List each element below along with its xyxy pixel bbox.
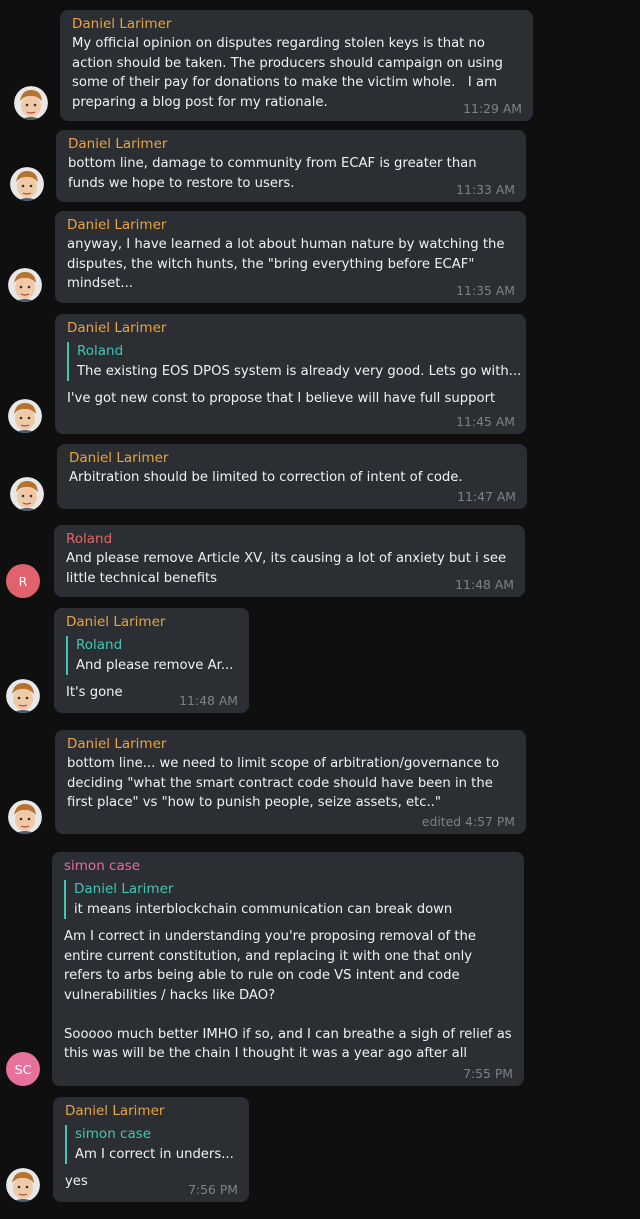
message-text: bottom line... we need to limit scope of…: [67, 756, 504, 810]
quote-text: Am I correct in unders...: [75, 1146, 234, 1162]
message-time: 11:48 AM: [179, 693, 238, 708]
message-text: Am I correct in understanding you're pro…: [64, 929, 512, 1061]
avatar[interactable]: [6, 679, 40, 713]
message-bubble[interactable]: Roland And please remove Article XV, its…: [54, 525, 525, 597]
sender-name[interactable]: Daniel Larimer: [68, 135, 515, 154]
avatar[interactable]: [6, 1168, 40, 1202]
message-time: 11:33 AM: [456, 182, 515, 197]
message-bubble[interactable]: Daniel Larimer Roland And please remove …: [54, 608, 249, 713]
message-text: bottom line, damage to community from EC…: [68, 156, 481, 191]
avatar[interactable]: [8, 800, 42, 834]
quote-sender: Roland: [76, 637, 123, 653]
sender-name[interactable]: Daniel Larimer: [69, 449, 516, 468]
avatar[interactable]: R: [6, 564, 40, 598]
message-time: 7:56 PM: [188, 1182, 238, 1197]
reply-quote[interactable]: Roland And please remove Ar...: [66, 636, 238, 675]
message-bubble[interactable]: Daniel Larimer simon case Am I correct i…: [53, 1097, 249, 1202]
reply-quote[interactable]: Roland The existing EOS DPOS system is a…: [67, 342, 522, 381]
message-text: I've got new const to propose that I bel…: [67, 391, 496, 406]
quote-text: The existing EOS DPOS system is already …: [77, 363, 522, 379]
message-time: 11:45 AM: [456, 414, 515, 429]
message-time: 11:48 AM: [455, 577, 514, 592]
message-text: Arbitration should be limited to correct…: [69, 470, 463, 485]
avatar[interactable]: SC: [6, 1052, 40, 1086]
message-bubble[interactable]: Daniel Larimer Roland The existing EOS D…: [55, 314, 526, 434]
message-time: 7:55 PM: [463, 1066, 513, 1081]
reply-quote[interactable]: Daniel Larimer it means interblockchain …: [64, 880, 513, 919]
sender-name[interactable]: Daniel Larimer: [72, 15, 522, 34]
quote-text: And please remove Ar...: [76, 657, 234, 673]
sender-name[interactable]: Daniel Larimer: [67, 216, 515, 235]
message-bubble[interactable]: Daniel Larimer bottom line, damage to co…: [56, 130, 526, 202]
message-time: 11:35 AM: [456, 283, 515, 298]
sender-name[interactable]: Roland: [66, 530, 514, 549]
message-text: My official opinion on disputes regardin…: [72, 36, 508, 110]
message-time: edited 4:57 PM: [421, 814, 515, 829]
avatar[interactable]: [8, 268, 42, 302]
message-bubble[interactable]: simon case Daniel Larimer it means inter…: [52, 852, 524, 1086]
sender-name[interactable]: Daniel Larimer: [65, 1102, 238, 1121]
message-time: 11:29 AM: [463, 101, 522, 116]
chat-history: Daniel Larimer My official opinion on di…: [0, 0, 640, 1219]
message-time: 11:47 AM: [457, 489, 516, 504]
message-text: And please remove Article XV, its causin…: [66, 551, 511, 586]
avatar[interactable]: [10, 167, 44, 201]
avatar[interactable]: [10, 477, 44, 511]
avatar[interactable]: [14, 86, 48, 120]
reply-quote[interactable]: simon case Am I correct in unders...: [65, 1125, 238, 1164]
sender-name[interactable]: Daniel Larimer: [66, 613, 238, 632]
quote-text: it means interblockchain communication c…: [74, 901, 453, 917]
message-bubble[interactable]: Daniel Larimer bottom line... we need to…: [55, 730, 526, 834]
quote-sender: Roland: [77, 343, 124, 359]
message-bubble[interactable]: Daniel Larimer Arbitration should be lim…: [57, 444, 527, 509]
sender-name[interactable]: Daniel Larimer: [67, 319, 515, 338]
quote-sender: simon case: [75, 1126, 152, 1142]
message-bubble[interactable]: Daniel Larimer My official opinion on di…: [60, 10, 533, 121]
quote-sender: Daniel Larimer: [74, 881, 174, 897]
sender-name[interactable]: simon case: [64, 857, 513, 876]
message-bubble[interactable]: Daniel Larimer anyway, I have learned a …: [55, 211, 526, 303]
avatar[interactable]: [8, 399, 42, 433]
message-text: anyway, I have learned a lot about human…: [67, 237, 509, 291]
sender-name[interactable]: Daniel Larimer: [67, 735, 515, 754]
